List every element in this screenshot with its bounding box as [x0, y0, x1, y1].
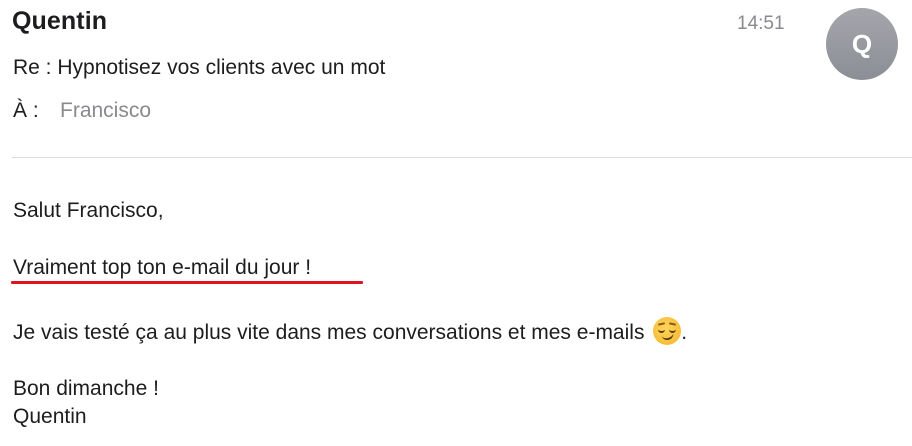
message-time: 14:51: [737, 13, 785, 34]
message-header: Quentin 14:51 Q Re : Hypnotisez vos clie…: [0, 0, 912, 160]
recipient-name[interactable]: Francisco: [60, 99, 151, 123]
greeting-line: Salut Francisco,: [13, 199, 164, 222]
to-label: À :: [13, 99, 39, 122]
smirking-face-icon: [653, 317, 682, 345]
avatar-initial: Q: [851, 28, 873, 59]
header-divider: [12, 157, 912, 158]
recipient-row: À : Francisco: [13, 99, 151, 123]
sender-avatar[interactable]: Q: [826, 8, 898, 80]
main-line-end: .: [681, 321, 688, 344]
sender-name[interactable]: Quentin: [12, 7, 107, 36]
signature-line: Quentin: [13, 405, 87, 428]
red-underline-annotation: [11, 281, 363, 284]
main-line: Je vais testé ça au plus vite dans mes c…: [13, 317, 687, 345]
message-subject: Re : Hypnotisez vos clients avec un mot: [13, 56, 386, 79]
highlighted-line: Vraiment top ton e-mail du jour !: [13, 256, 312, 279]
closing-line: Bon dimanche !: [13, 377, 159, 400]
main-line-text: Je vais testé ça au plus vite dans mes c…: [13, 321, 645, 344]
